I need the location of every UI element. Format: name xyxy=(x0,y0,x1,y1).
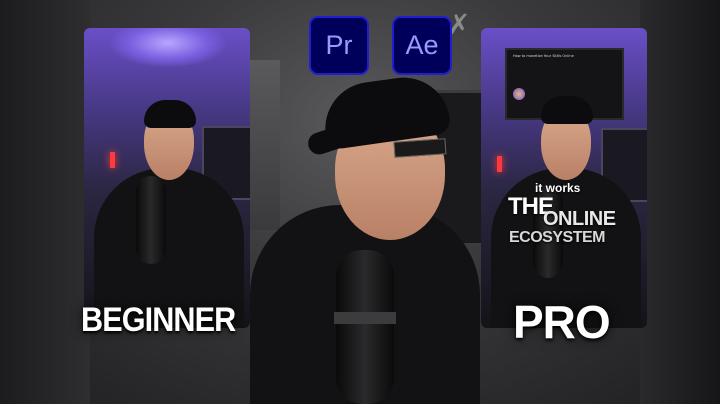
tv-title: How to monetize Your Skills Online xyxy=(513,54,574,58)
microphone-band xyxy=(334,312,396,324)
right-cap xyxy=(541,96,593,124)
beginner-label: BEGINNER xyxy=(81,301,236,339)
left-microphone xyxy=(136,176,166,264)
neon-light xyxy=(110,152,115,168)
center-microphone xyxy=(336,250,394,404)
pro-panel: How to monetize Your Skills Online xyxy=(481,28,647,328)
tv-avatar xyxy=(513,88,525,100)
after-effects-icon: Ae xyxy=(392,16,452,75)
left-cap xyxy=(144,100,196,128)
premiere-pro-icon: Pr xyxy=(309,16,369,75)
neon-light xyxy=(497,156,502,172)
overlay-online: ONLINE xyxy=(543,208,616,230)
beginner-panel xyxy=(84,28,250,328)
pro-label: PRO xyxy=(513,296,611,348)
overlay-ecosystem: ECOSYSTEM xyxy=(509,229,605,246)
ceiling-light xyxy=(108,28,228,68)
